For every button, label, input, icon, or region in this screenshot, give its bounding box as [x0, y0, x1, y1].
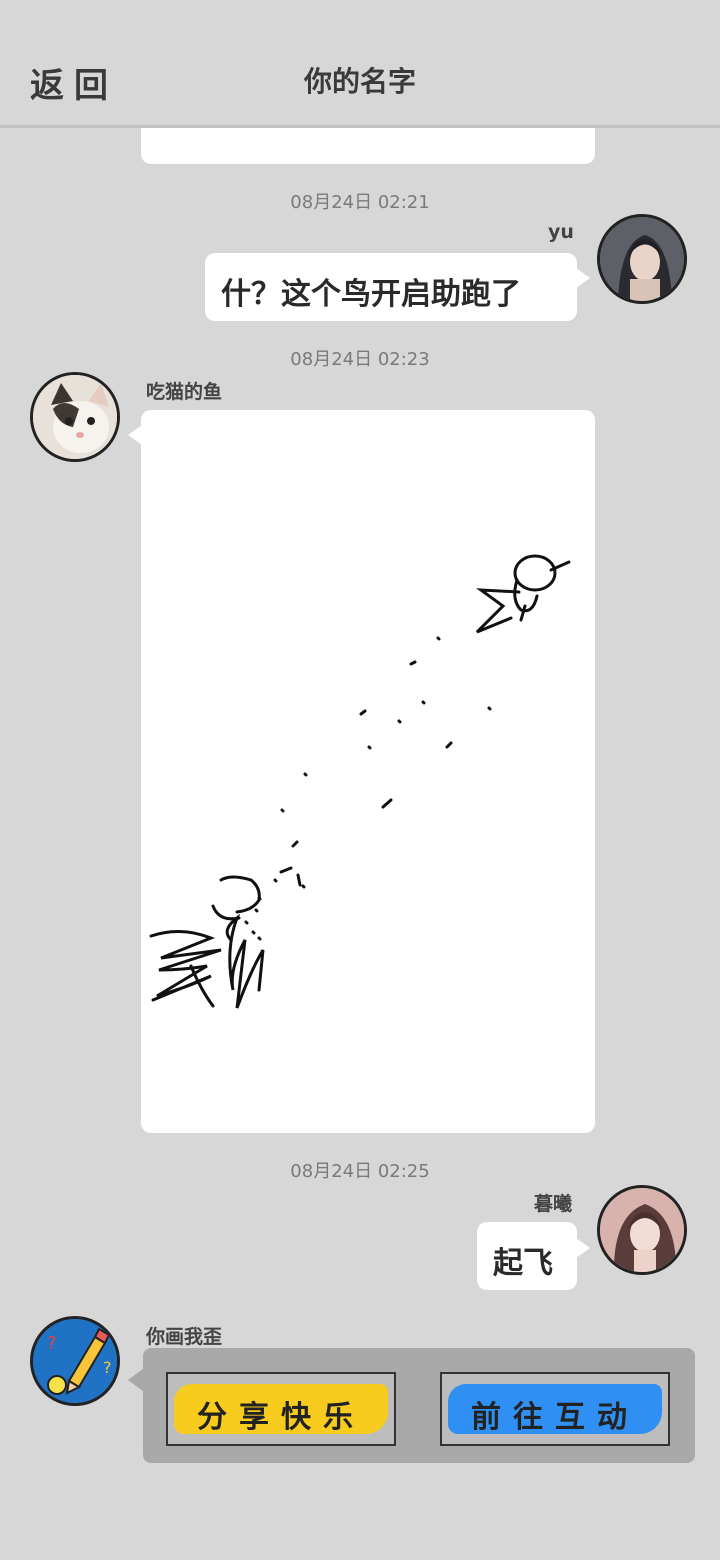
share-happiness-button[interactable]: 分享快乐	[166, 1372, 396, 1446]
message-text: 什？这个鸟开启助跑了	[221, 277, 521, 312]
sender-name: yu	[548, 221, 574, 243]
interact-button-label: 前往互动	[471, 1400, 639, 1435]
girl-avatar-icon	[600, 1188, 684, 1272]
sender-name: 吃猫的鱼	[146, 381, 223, 403]
timestamp: 08月24日 02:21	[290, 192, 430, 213]
cat-avatar-icon	[33, 375, 117, 459]
timestamp: 08月24日 02:23	[290, 349, 430, 370]
share-button-label: 分享快乐	[197, 1400, 365, 1435]
sender-name: 暮曦	[534, 1193, 573, 1215]
previous-message-bubble	[141, 128, 595, 164]
user-avatar[interactable]	[597, 1185, 687, 1275]
user-avatar[interactable]	[597, 214, 687, 304]
bird-drawing-image	[149, 554, 571, 1009]
bubble-tail	[576, 268, 590, 288]
drawing-message-bubble[interactable]	[141, 410, 595, 1133]
app-avatar[interactable]: ? ?	[30, 1316, 120, 1406]
go-interact-button[interactable]: 前往互动	[440, 1372, 670, 1446]
svg-text:?: ?	[103, 1358, 112, 1377]
bubble-tail	[128, 425, 142, 445]
bubble-tail	[576, 1238, 590, 1258]
sender-name: 你画我歪	[146, 1326, 223, 1348]
timestamp: 08月24日 02:25	[290, 1161, 430, 1182]
page-title: 你的名字	[303, 65, 416, 98]
message-text: 起飞	[493, 1246, 553, 1281]
card-tail	[128, 1368, 144, 1392]
pencil-app-avatar-icon: ? ?	[33, 1319, 117, 1403]
svg-text:?: ?	[47, 1333, 57, 1354]
top-bar: 返回 你的名字	[0, 0, 720, 128]
user-avatar[interactable]	[30, 372, 120, 462]
girl-avatar-icon	[600, 217, 684, 301]
